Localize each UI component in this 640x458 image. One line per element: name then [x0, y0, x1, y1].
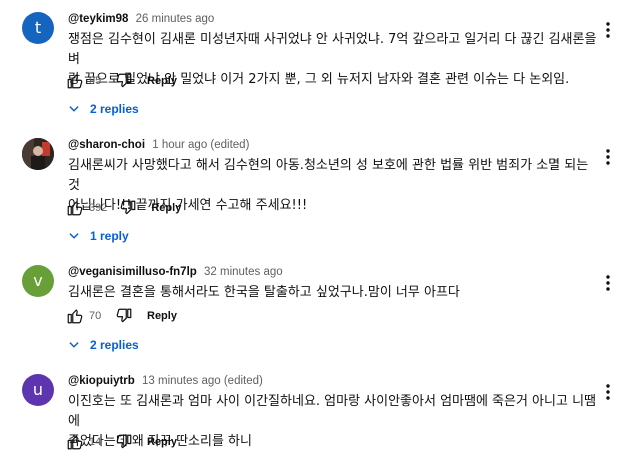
avatar[interactable] — [22, 138, 54, 170]
chevron-down-icon — [64, 335, 84, 355]
like-icon[interactable] — [64, 431, 86, 453]
like-count: 392 — [89, 202, 108, 214]
avatar[interactable]: u — [22, 374, 54, 406]
like-count: 70 — [89, 310, 102, 322]
comment-author[interactable]: @veganisimilluso-fn7lp — [68, 266, 197, 278]
reply-button[interactable]: Reply — [151, 202, 181, 214]
dislike-icon[interactable] — [113, 70, 135, 92]
more-actions-icon[interactable] — [598, 20, 618, 40]
like-icon[interactable] — [64, 70, 86, 92]
comment-timestamp[interactable]: 32 minutes ago — [204, 266, 283, 278]
view-replies-button[interactable]: 1 reply — [64, 226, 129, 246]
view-replies-button[interactable]: 2 replies — [64, 335, 139, 355]
chevron-down-icon — [64, 99, 84, 119]
replies-count-label: 1 reply — [90, 229, 129, 243]
reply-button[interactable]: Reply — [147, 75, 177, 87]
replies-count-label: 2 replies — [90, 102, 139, 116]
like-icon[interactable] — [64, 305, 86, 327]
view-replies-button[interactable]: 2 replies — [64, 99, 139, 119]
dislike-icon[interactable] — [113, 305, 135, 327]
comment-text-line: 이진호는 또 김새론과 엄마 사이 이간질하네요. 엄마랑 사이안좋아서 엄마땜… — [68, 394, 596, 429]
reply-button[interactable]: Reply — [147, 436, 177, 448]
comment-text-line: 김새론씨가 사망했다고 해서 김수현의 아동.청소년의 성 보호에 관한 법률 … — [68, 158, 589, 193]
comment-text-line: 쟁점은 김수현이 김새론 미성년자때 사귀었냐 안 사귀었냐. 7억 갚으라고 … — [68, 32, 597, 67]
comment-author[interactable]: @kiopuiytrb — [68, 375, 135, 387]
more-actions-icon[interactable] — [598, 382, 618, 402]
reply-button[interactable]: Reply — [147, 310, 177, 322]
avatar[interactable]: t — [22, 12, 54, 44]
comment-author[interactable]: @sharon-choi — [68, 139, 145, 151]
comment-text: 김새론은 결혼을 통해서라도 한국을 탈출하고 싶었구나.맘이 너무 아프다 — [68, 283, 598, 303]
more-actions-icon[interactable] — [598, 273, 618, 293]
comment-text-line: 김새론은 결혼을 통해서라도 한국을 탈출하고 싶었구나.맘이 너무 아프다 — [68, 285, 460, 300]
avatar[interactable]: v — [22, 265, 54, 297]
more-actions-icon[interactable] — [598, 147, 618, 167]
comment-timestamp[interactable]: 1 hour ago (edited) — [152, 139, 249, 151]
avatar-photo — [22, 138, 54, 170]
replies-count-label: 2 replies — [90, 338, 139, 352]
comment-timestamp[interactable]: 26 minutes ago — [136, 13, 215, 25]
dislike-icon[interactable] — [117, 197, 139, 219]
like-count: 95 — [89, 75, 102, 87]
like-count: 14 — [89, 436, 102, 448]
dislike-icon[interactable] — [113, 431, 135, 453]
comment-timestamp[interactable]: 13 minutes ago (edited) — [142, 375, 263, 387]
comment-author[interactable]: @teykim98 — [68, 13, 128, 25]
chevron-down-icon — [64, 226, 84, 246]
like-icon[interactable] — [64, 197, 86, 219]
